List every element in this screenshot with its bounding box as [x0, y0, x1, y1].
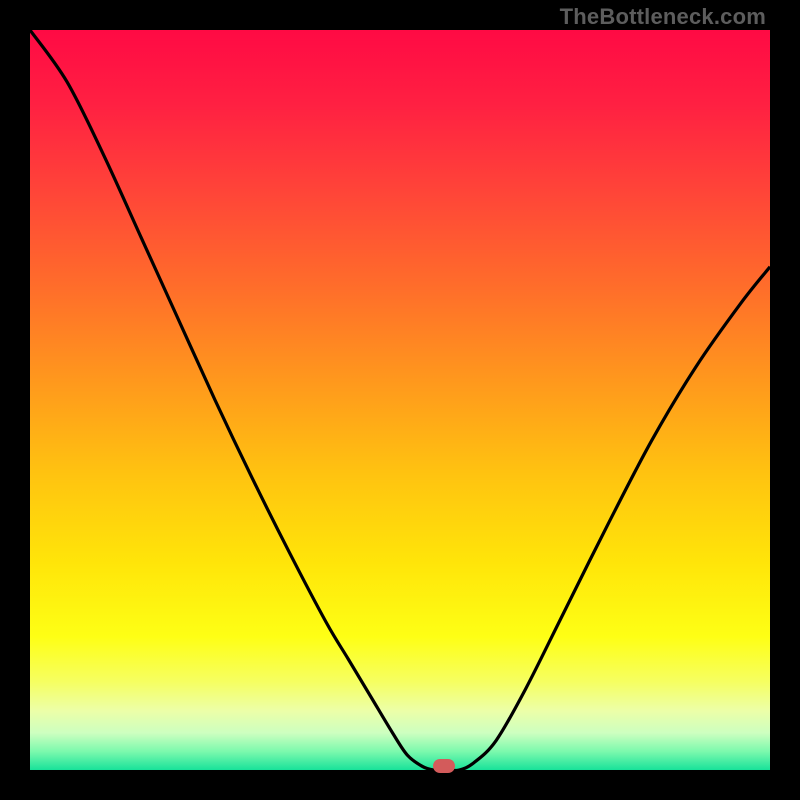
optimum-marker [433, 759, 455, 773]
chart-frame: TheBottleneck.com [0, 0, 800, 800]
curve-layer [30, 30, 770, 770]
plot-area [30, 30, 770, 770]
bottleneck-curve [30, 30, 770, 770]
attribution-text: TheBottleneck.com [560, 4, 766, 30]
